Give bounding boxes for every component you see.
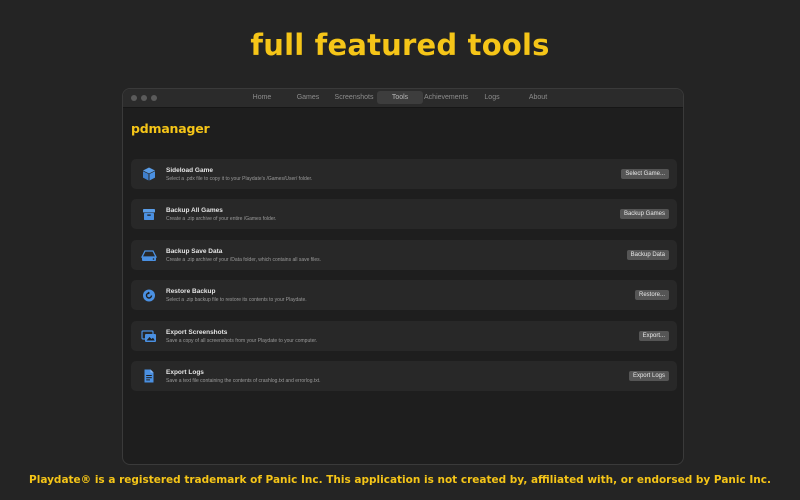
backup-games-button[interactable]: Backup Games [619,209,669,220]
zoom-window-button[interactable] [151,95,157,101]
tool-description: Save a text file containing the contents… [166,377,321,384]
tool-title: Sideload Game [166,167,213,174]
close-window-button[interactable] [131,95,137,101]
drive-icon [140,247,158,263]
app-brand: pdmanager [131,121,210,136]
tool-description: Create a .zip archive of your entire /Ga… [166,216,277,223]
select-game-button[interactable]: Select Game... [621,169,669,179]
tool-row-export-logs: Export Logs Save a text file containing … [131,360,677,391]
tool-title: Backup All Games [166,207,223,215]
tab-logs[interactable]: Logs [469,91,515,104]
cube-icon [141,166,157,182]
window-controls [131,95,157,101]
tab-screenshots[interactable]: Screenshots [331,91,377,104]
tool-row-backup-save: Backup Save Data Create a .zip archive o… [131,239,677,270]
tab-tools[interactable]: Tools [377,91,423,104]
tool-description: Select a .pdx file to copy it to your Pl… [166,176,313,182]
tool-description: Save a copy of all screenshots from your… [166,337,318,344]
archive-box-icon [141,206,157,222]
trademark-notice: Playdate® is a registered trademark of P… [29,474,771,486]
tool-title: Restore Backup [166,288,216,296]
tool-row-sideload: Sideload Game Select a .pdx file to copy… [131,159,677,189]
tool-description: Create a .zip archive of your /Data fold… [166,256,322,263]
minimize-window-button[interactable] [141,95,147,101]
tool-row-backup-games: Backup All Games Create a .zip archive o… [131,199,677,230]
tool-row-restore: Restore Backup Select a .zip backup file… [131,280,677,311]
tool-title: Export Screenshots [166,328,228,336]
export-screenshots-button[interactable]: Export... [638,330,669,341]
tool-title: Export Logs [166,368,204,376]
tools-list: Sideload Game Select a .pdx file to copy… [131,159,677,401]
restore-icon [141,287,157,303]
tab-home[interactable]: Home [239,91,285,104]
tab-games[interactable]: Games [285,91,331,104]
export-logs-button[interactable]: Export Logs [628,370,669,381]
backup-data-button[interactable]: Backup Data [626,249,669,260]
title-bar: Home Games Screenshots Tools Achievement… [123,89,683,108]
tool-row-export-screenshots: Export Screenshots Save a copy of all sc… [131,320,677,351]
restore-button[interactable]: Restore... [634,290,669,301]
tab-achievements[interactable]: Achievements [423,91,469,104]
tool-title: Backup Save Data [166,247,223,255]
app-window: Home Games Screenshots Tools Achievement… [122,88,684,465]
headline: full featured tools [250,28,550,62]
document-icon [141,368,157,384]
tool-description: Select a .zip backup file to restore its… [166,297,307,304]
photos-icon [141,328,157,344]
tab-about[interactable]: About [515,91,561,104]
tab-bar: Home Games Screenshots Tools Achievement… [239,89,561,107]
